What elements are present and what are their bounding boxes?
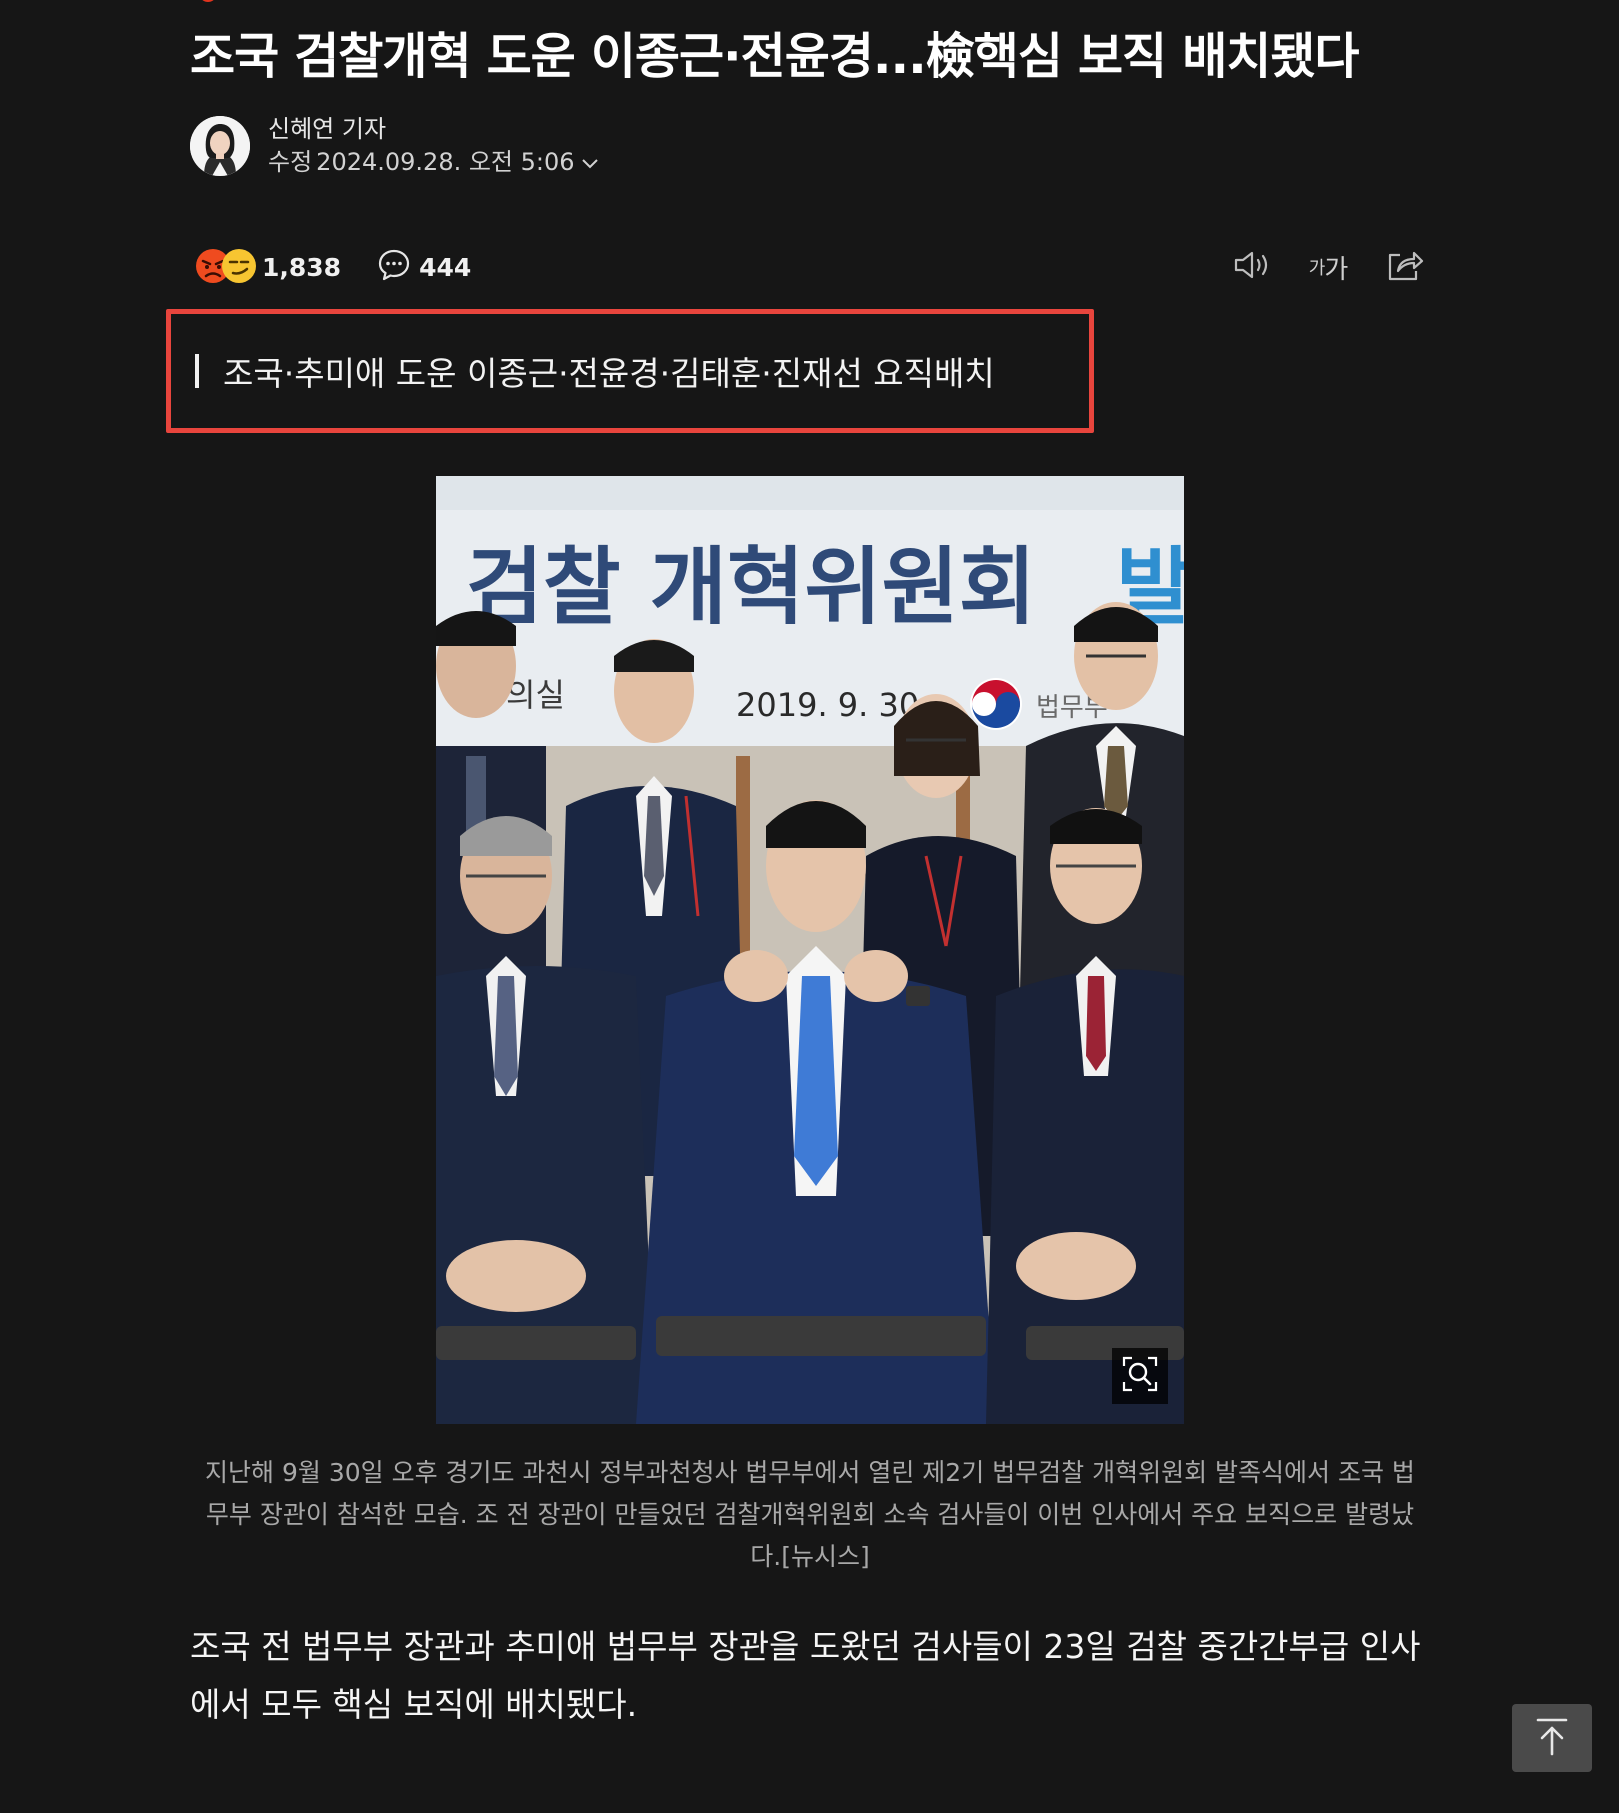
article-body: 조국 전 법무부 장관과 추미애 법무부 장관을 도왔던 검사들이 23일 검찰… xyxy=(190,1627,1421,1724)
share-icon xyxy=(1384,247,1424,287)
photo-zoom-button[interactable] xyxy=(1112,1348,1168,1404)
article-photo[interactable]: 검찰 개혁위원회 발 의실 2019. 9. 30 법무부 xyxy=(436,476,1184,1424)
author-avatar[interactable] xyxy=(190,116,250,176)
speech-bubble-icon xyxy=(377,248,411,286)
reaction-emojis xyxy=(194,247,258,287)
author-text: 신혜연 기자 수정 2024.09.28. 오전 5:06 xyxy=(268,113,599,179)
font-size-large-label: 가 xyxy=(1324,254,1348,285)
smirk-face-icon xyxy=(222,249,256,283)
article-page: 조국 검찰개혁 도운 이종근·전윤경...檢핵심 보직 배치됐다 신혜연 기자 … xyxy=(0,0,1619,1813)
subtitle-text: 조국·추미애 도운 이종근·전윤경·김태훈·진재선 요직배치 xyxy=(223,354,995,393)
font-size-button[interactable]: 가가 xyxy=(1308,247,1348,287)
reaction-button[interactable]: 1,838 xyxy=(194,247,341,287)
speaker-icon xyxy=(1232,248,1272,286)
article-title: 조국 검찰개혁 도운 이종근·전윤경...檢핵심 보직 배치됐다 xyxy=(190,28,1360,85)
author-name[interactable]: 신혜연 기자 xyxy=(268,113,599,145)
share-button[interactable] xyxy=(1384,247,1424,287)
article-subtitle: 조국·추미애 도운 이종근·전윤경·김태훈·진재선 요직배치 xyxy=(195,314,995,428)
arrow-up-icon xyxy=(1535,1716,1569,1760)
reaction-count: 1,838 xyxy=(262,252,342,282)
comment-button[interactable]: 444 xyxy=(377,248,471,286)
government-emblem-icon xyxy=(970,678,1022,730)
subtitle-bar xyxy=(195,354,199,388)
photo-caption: 지난해 9월 30일 오후 경기도 과천시 정부과천청사 법무부에서 열린 제2… xyxy=(205,1458,1415,1571)
banner-room: 의실 xyxy=(506,676,565,714)
article-date: 2024.09.28. 오전 5:06 xyxy=(316,148,575,176)
font-size-small-label: 가 xyxy=(1308,258,1326,279)
subtitle-highlight-box: 조국·추미애 도운 이종근·전윤경·김태훈·진재선 요직배치 xyxy=(166,309,1094,433)
article-date-toggle[interactable]: 수정 2024.09.28. 오전 5:06 xyxy=(268,145,599,179)
scroll-to-top-button[interactable] xyxy=(1512,1704,1592,1772)
author-info: 신혜연 기자 수정 2024.09.28. 오전 5:06 xyxy=(190,114,599,178)
banner-date: 2019. 9. 30 xyxy=(736,686,919,724)
banner-title: 검찰 개혁위원회 xyxy=(466,538,1036,636)
article-toolbar: 1,838 444 가 가 xyxy=(194,243,1424,291)
date-prefix: 수정 xyxy=(268,148,313,176)
top-indicator-dot xyxy=(201,0,215,2)
toolbar-right: 가가 xyxy=(1232,247,1424,287)
magnifier-icon xyxy=(1120,1354,1160,1398)
comment-count: 444 xyxy=(419,252,472,282)
listen-button[interactable] xyxy=(1232,247,1272,287)
chevron-down-icon xyxy=(581,145,599,179)
